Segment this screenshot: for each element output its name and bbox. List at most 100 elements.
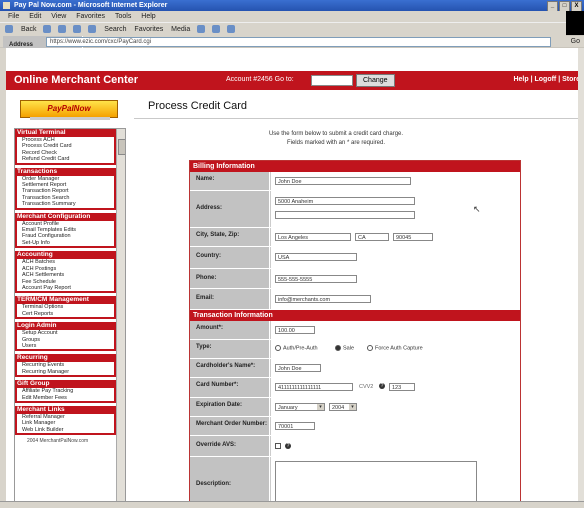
card-number-input[interactable]: 4111111111111111 bbox=[275, 383, 353, 391]
go-button[interactable]: Go bbox=[571, 36, 580, 47]
sidebar-section-title: Recurring bbox=[15, 354, 116, 363]
billing-header: Billing Information bbox=[190, 161, 520, 172]
email-input[interactable]: info@merchants.com bbox=[275, 295, 371, 303]
window-title: Pay Pal Now.com - Microsoft Internet Exp… bbox=[14, 2, 168, 9]
cvv-input[interactable]: 123 bbox=[389, 383, 415, 391]
windows-logo-icon bbox=[566, 11, 584, 35]
menu-edit[interactable]: Edit bbox=[29, 13, 41, 20]
change-button[interactable]: Change bbox=[356, 74, 395, 87]
sidebar-section: Login Admin Setup Account Groups Users bbox=[15, 322, 116, 352]
sidebar-nav: Virtual Terminal Process ACH Process Credi… bbox=[14, 128, 126, 502]
sidebar-section: TERM/CM Management Terminal Options Cert R… bbox=[15, 296, 116, 320]
menu-bar: File Edit View Favorites Tools Help bbox=[0, 11, 584, 22]
type-force-radio[interactable]: Force Auth Capture bbox=[367, 345, 423, 351]
menu-file[interactable]: File bbox=[8, 13, 19, 20]
card-row: Card Number*: 4111111111111111 CVV2 ? 12… bbox=[190, 378, 520, 398]
exp-month-select[interactable]: January bbox=[275, 403, 325, 411]
menu-favorites[interactable]: Favorites bbox=[76, 13, 105, 20]
credit-card-form: Billing Information Name: John Doe Addre… bbox=[189, 160, 521, 505]
name-input[interactable]: John Doe bbox=[275, 177, 411, 185]
menu-view[interactable]: View bbox=[51, 13, 66, 20]
name-label: Name: bbox=[190, 172, 270, 190]
sidebar-section: Gift Group Affiliate Pay Tracking Edit Mem… bbox=[15, 380, 116, 403]
country-input[interactable]: USA bbox=[275, 253, 357, 261]
type-auth-radio[interactable]: Auth/Pre-Auth bbox=[275, 345, 318, 351]
sidebar-scrollbar[interactable] bbox=[116, 129, 125, 501]
help-icon[interactable]: ? bbox=[379, 383, 385, 389]
back-button[interactable]: Back bbox=[21, 23, 37, 36]
type-force-label: Force Auth Capture bbox=[375, 345, 423, 352]
header-links[interactable]: Help | Logoff | Store bbox=[513, 76, 580, 83]
amount-label: Amount*: bbox=[190, 321, 270, 339]
window-titlebar: Pay Pal Now.com - Microsoft Internet Exp… bbox=[0, 0, 584, 12]
sidebar-section-title: Merchant Links bbox=[15, 405, 116, 414]
sidebar-link[interactable]: Users bbox=[15, 342, 116, 352]
sidebar-link[interactable]: Set-Up Info bbox=[15, 239, 116, 249]
scroll-thumb[interactable] bbox=[118, 139, 125, 155]
menu-help[interactable]: Help bbox=[141, 13, 155, 20]
description-textarea[interactable] bbox=[275, 461, 477, 503]
mail-icon[interactable] bbox=[212, 25, 221, 34]
sidebar-link[interactable]: Transaction Summary bbox=[15, 201, 116, 210]
sidebar-link[interactable]: Edit Member Fees bbox=[15, 394, 116, 403]
sidebar-section: Merchant Configuration Account Profile Ema… bbox=[15, 212, 116, 249]
amount-input[interactable]: 100.00 bbox=[275, 326, 315, 334]
cardholder-input[interactable]: John Doe bbox=[275, 364, 321, 372]
sidebar-link[interactable]: Refund Credit Card bbox=[15, 156, 116, 165]
phone-input[interactable]: 555-555-5555 bbox=[275, 275, 357, 283]
stop-icon[interactable] bbox=[58, 25, 67, 34]
cvv-label: CVV2 bbox=[359, 384, 374, 390]
address-input-2[interactable] bbox=[275, 211, 415, 219]
menu-tools[interactable]: Tools bbox=[115, 13, 131, 20]
favorites-button[interactable]: Favorites bbox=[134, 23, 163, 36]
cardholder-row: Cardholder's Name*: John Doe bbox=[190, 359, 520, 378]
address-label: Address: bbox=[190, 191, 270, 227]
forward-arrow-icon[interactable] bbox=[43, 25, 52, 34]
status-bar bbox=[0, 501, 584, 508]
avs-label: Override AVS: bbox=[190, 436, 270, 456]
address-input-1[interactable]: 5000 Anaheim bbox=[275, 197, 415, 205]
home-icon[interactable] bbox=[88, 25, 97, 34]
goto-input[interactable] bbox=[311, 75, 353, 86]
sidebar-link[interactable]: Recurring Manager bbox=[15, 368, 116, 378]
sidebar-section-title: Virtual Terminal bbox=[15, 129, 116, 137]
browser-toolbar: Back Search Favorites Media bbox=[0, 22, 566, 37]
sidebar-section: Recurring Recurring Events Recurring Manag… bbox=[15, 354, 116, 378]
order-number-input[interactable]: 70001 bbox=[275, 422, 315, 430]
type-row: Type: Auth/Pre-Auth Sale Force Auth Capt… bbox=[190, 340, 520, 359]
type-label: Type: bbox=[190, 340, 270, 358]
sidebar-link[interactable]: Web Link Builder bbox=[15, 426, 116, 436]
email-row: Email: info@merchants.com bbox=[190, 289, 520, 310]
refresh-icon[interactable] bbox=[73, 25, 82, 34]
search-button[interactable]: Search bbox=[104, 23, 126, 36]
sidebar-link[interactable]: Account Pay Report bbox=[15, 284, 116, 294]
cardholder-label: Cardholder's Name*: bbox=[190, 359, 270, 377]
sidebar-link[interactable]: Cert Reports bbox=[15, 310, 116, 320]
city-label: City, State, Zip: bbox=[190, 228, 270, 246]
account-label: Account #2456 Go to: bbox=[226, 76, 294, 83]
exp-year-select[interactable]: 2004 bbox=[329, 403, 357, 411]
address-bar: Address https://www.ezic.com/cxc/PayCard… bbox=[0, 36, 584, 51]
avs-help-icon[interactable]: ? bbox=[285, 443, 291, 449]
state-input[interactable]: CA bbox=[355, 233, 389, 241]
sidebar-section: Merchant Links Referral Manager Link Manag… bbox=[15, 405, 116, 436]
back-arrow-icon[interactable] bbox=[5, 25, 13, 34]
sidebar-section-title: Transactions bbox=[15, 167, 116, 176]
city-input[interactable]: Los Angeles bbox=[275, 233, 351, 241]
address-input[interactable]: https://www.ezic.com/cxc/PayCard.cgi bbox=[46, 37, 551, 47]
print-icon[interactable] bbox=[227, 25, 236, 34]
intro-line-2: Fields marked with an * are required. bbox=[286, 140, 386, 146]
zip-input[interactable]: 90045 bbox=[393, 233, 433, 241]
page-title: Process Credit Card bbox=[148, 100, 248, 112]
type-sale-radio[interactable]: Sale bbox=[335, 345, 354, 351]
sidebar-section-title: Merchant Configuration bbox=[15, 212, 116, 221]
transaction-header: Transaction Information bbox=[190, 310, 520, 321]
city-row: City, State, Zip: Los Angeles CA 90045 bbox=[190, 228, 520, 247]
avs-checkbox[interactable] bbox=[275, 443, 283, 449]
media-button[interactable]: Media bbox=[171, 23, 190, 36]
intro-line-1: Use the form below to submit a credit ca… bbox=[268, 131, 404, 137]
history-icon[interactable] bbox=[197, 25, 206, 34]
logo-underline bbox=[30, 117, 110, 120]
name-row: Name: John Doe bbox=[190, 172, 520, 191]
page-scrollbar[interactable] bbox=[578, 48, 584, 502]
